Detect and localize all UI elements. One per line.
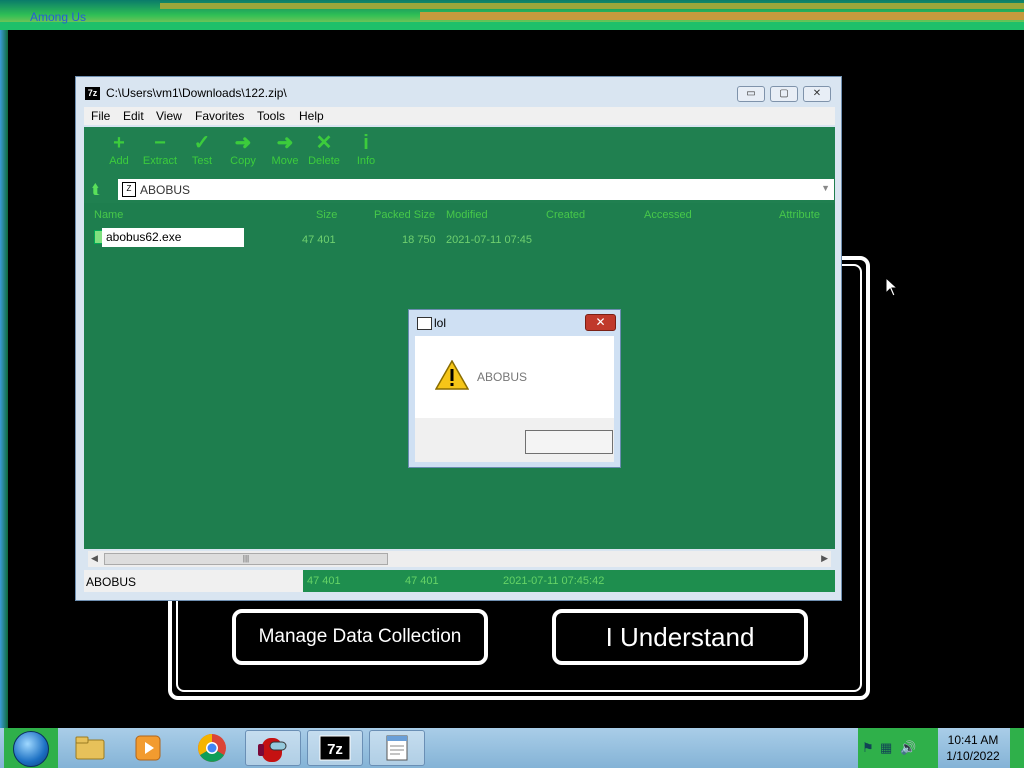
taskbar: 7z ⚑ ▦ 🔊 10:41 AM 1/10/2022 xyxy=(0,728,1024,768)
folder-icon xyxy=(75,736,105,760)
warning-icon xyxy=(435,360,469,390)
horizontal-scrollbar[interactable]: ◀ ||| ▶ xyxy=(88,551,831,567)
dialog-footer xyxy=(415,418,614,462)
status-packed-size: 47 401 xyxy=(405,575,439,587)
show-desktop-button[interactable] xyxy=(1010,728,1024,768)
close-button[interactable]: ✕ xyxy=(803,86,831,102)
move-icon: ➜ xyxy=(276,132,294,154)
file-packed-size: 18 750 xyxy=(402,234,436,246)
clock[interactable]: 10:41 AM 1/10/2022 xyxy=(940,732,1006,764)
file-size: 47 401 xyxy=(302,234,336,246)
scroll-right-icon[interactable]: ▶ xyxy=(821,553,828,564)
game-window-title: Among Us xyxy=(30,10,87,24)
status-size: 47 401 xyxy=(307,575,341,587)
taskbar-7zip[interactable]: 7z xyxy=(307,730,363,766)
scroll-thumb[interactable]: ||| xyxy=(104,553,388,565)
chrome-icon xyxy=(198,734,226,762)
folder-up-icon[interactable]: ⮬ xyxy=(92,181,100,198)
media-player-icon xyxy=(135,735,161,761)
taskbar-explorer[interactable] xyxy=(62,730,118,766)
window-titlebar[interactable]: 7z C:\Users\vm1\Downloads\122.zip\ ▭ ▢ ✕ xyxy=(76,77,841,107)
manage-data-collection-button[interactable]: Manage Data Collection xyxy=(232,609,488,665)
system-tray: ⚑ ▦ 🔊 xyxy=(858,728,938,768)
address-input[interactable]: Z ABOBUS ▼ xyxy=(118,179,834,200)
clock-time: 10:41 AM xyxy=(947,733,999,747)
7zip-app-icon: 7z xyxy=(85,87,100,100)
ok-button[interactable] xyxy=(525,430,613,454)
menu-favorites[interactable]: Favorites xyxy=(195,109,244,123)
extract-button[interactable]: − Extract xyxy=(140,131,180,167)
network-icon[interactable]: ▦ xyxy=(880,740,892,756)
clock-date: 1/10/2022 xyxy=(946,749,1000,763)
archive-icon: Z xyxy=(122,182,136,197)
dialog-body: ABOBUS xyxy=(415,336,614,418)
test-button[interactable]: ✓ Test xyxy=(182,131,222,167)
add-button[interactable]: + Add xyxy=(99,131,139,167)
menu-bar: File Edit View Favorites Tools Help xyxy=(84,107,835,125)
taskbar-notepad[interactable] xyxy=(369,730,425,766)
status-bar: ABOBUS 47 401 47 401 2021-07-11 07:45:42 xyxy=(84,570,835,592)
dialog-title: lol xyxy=(434,316,447,330)
svg-text:7z: 7z xyxy=(327,741,343,758)
menu-tools[interactable]: Tools xyxy=(257,109,285,123)
status-text: ABOBUS xyxy=(86,575,137,589)
windows-orb-icon xyxy=(13,731,49,767)
dialog-message: ABOBUS xyxy=(477,370,528,384)
message-dialog: lol ✕ ABOBUS xyxy=(408,309,621,468)
window-icon xyxy=(417,317,432,330)
delete-icon: ✕ xyxy=(315,132,333,154)
menu-help[interactable]: Help xyxy=(299,109,324,123)
menu-edit[interactable]: Edit xyxy=(123,109,144,123)
game-title-bar: Among Us xyxy=(0,0,1024,30)
mouse-cursor-icon xyxy=(885,277,899,297)
move-button[interactable]: ➜ Move xyxy=(265,131,305,167)
status-glitch-panel: 47 401 47 401 2021-07-11 07:45:42 xyxy=(303,570,835,592)
menu-view[interactable]: View xyxy=(156,109,182,123)
taskbar-media-player[interactable] xyxy=(120,730,176,766)
7zip-icon: 7z xyxy=(319,735,351,761)
flag-icon[interactable]: ⚑ xyxy=(862,740,874,756)
glitch-edge xyxy=(0,30,8,728)
chevron-down-icon[interactable]: ▼ xyxy=(821,183,830,193)
column-name[interactable]: Name xyxy=(94,209,123,221)
table-row[interactable]: abobus62.exe xyxy=(102,228,244,247)
info-icon: i xyxy=(363,132,369,154)
test-icon: ✓ xyxy=(193,132,211,154)
column-size[interactable]: Size xyxy=(316,209,337,221)
column-attributes[interactable]: Attribute xyxy=(779,209,820,221)
copy-icon: ➜ xyxy=(234,132,252,154)
column-modified[interactable]: Modified xyxy=(446,209,488,221)
file-name: abobus62.exe xyxy=(106,230,182,244)
address-bar: ⮬ Z ABOBUS ▼ xyxy=(84,177,835,203)
column-packed-size[interactable]: Packed Size xyxy=(374,209,435,221)
dialog-close-button[interactable]: ✕ xyxy=(585,314,616,331)
window-title: C:\Users\vm1\Downloads\122.zip\ xyxy=(106,86,287,100)
i-understand-button[interactable]: I Understand xyxy=(552,609,808,665)
toolbar: + Add − Extract ✓ Test ➜ Copy ➜ Move ✕ Delete … xyxy=(84,127,835,177)
copy-button[interactable]: ➜ Copy xyxy=(223,131,263,167)
taskbar-among-us[interactable] xyxy=(245,730,301,766)
column-accessed[interactable]: Accessed xyxy=(644,209,692,221)
delete-button[interactable]: ✕ Delete xyxy=(304,131,344,167)
extract-icon: − xyxy=(154,132,166,154)
notepad-icon xyxy=(386,735,408,761)
start-button[interactable] xyxy=(4,728,58,768)
status-modified: 2021-07-11 07:45:42 xyxy=(503,575,605,587)
info-button[interactable]: i Info xyxy=(346,131,386,167)
taskbar-chrome[interactable] xyxy=(184,730,240,766)
minimize-button[interactable]: ▭ xyxy=(737,86,765,102)
among-us-icon xyxy=(258,738,287,762)
maximize-button[interactable]: ▢ xyxy=(770,86,798,102)
file-modified: 2021-07-11 07:45 xyxy=(446,234,533,246)
volume-icon[interactable]: 🔊 xyxy=(900,740,916,756)
column-created[interactable]: Created xyxy=(546,209,585,221)
add-icon: + xyxy=(113,132,125,154)
scroll-left-icon[interactable]: ◀ xyxy=(91,553,98,564)
menu-file[interactable]: File xyxy=(91,109,110,123)
